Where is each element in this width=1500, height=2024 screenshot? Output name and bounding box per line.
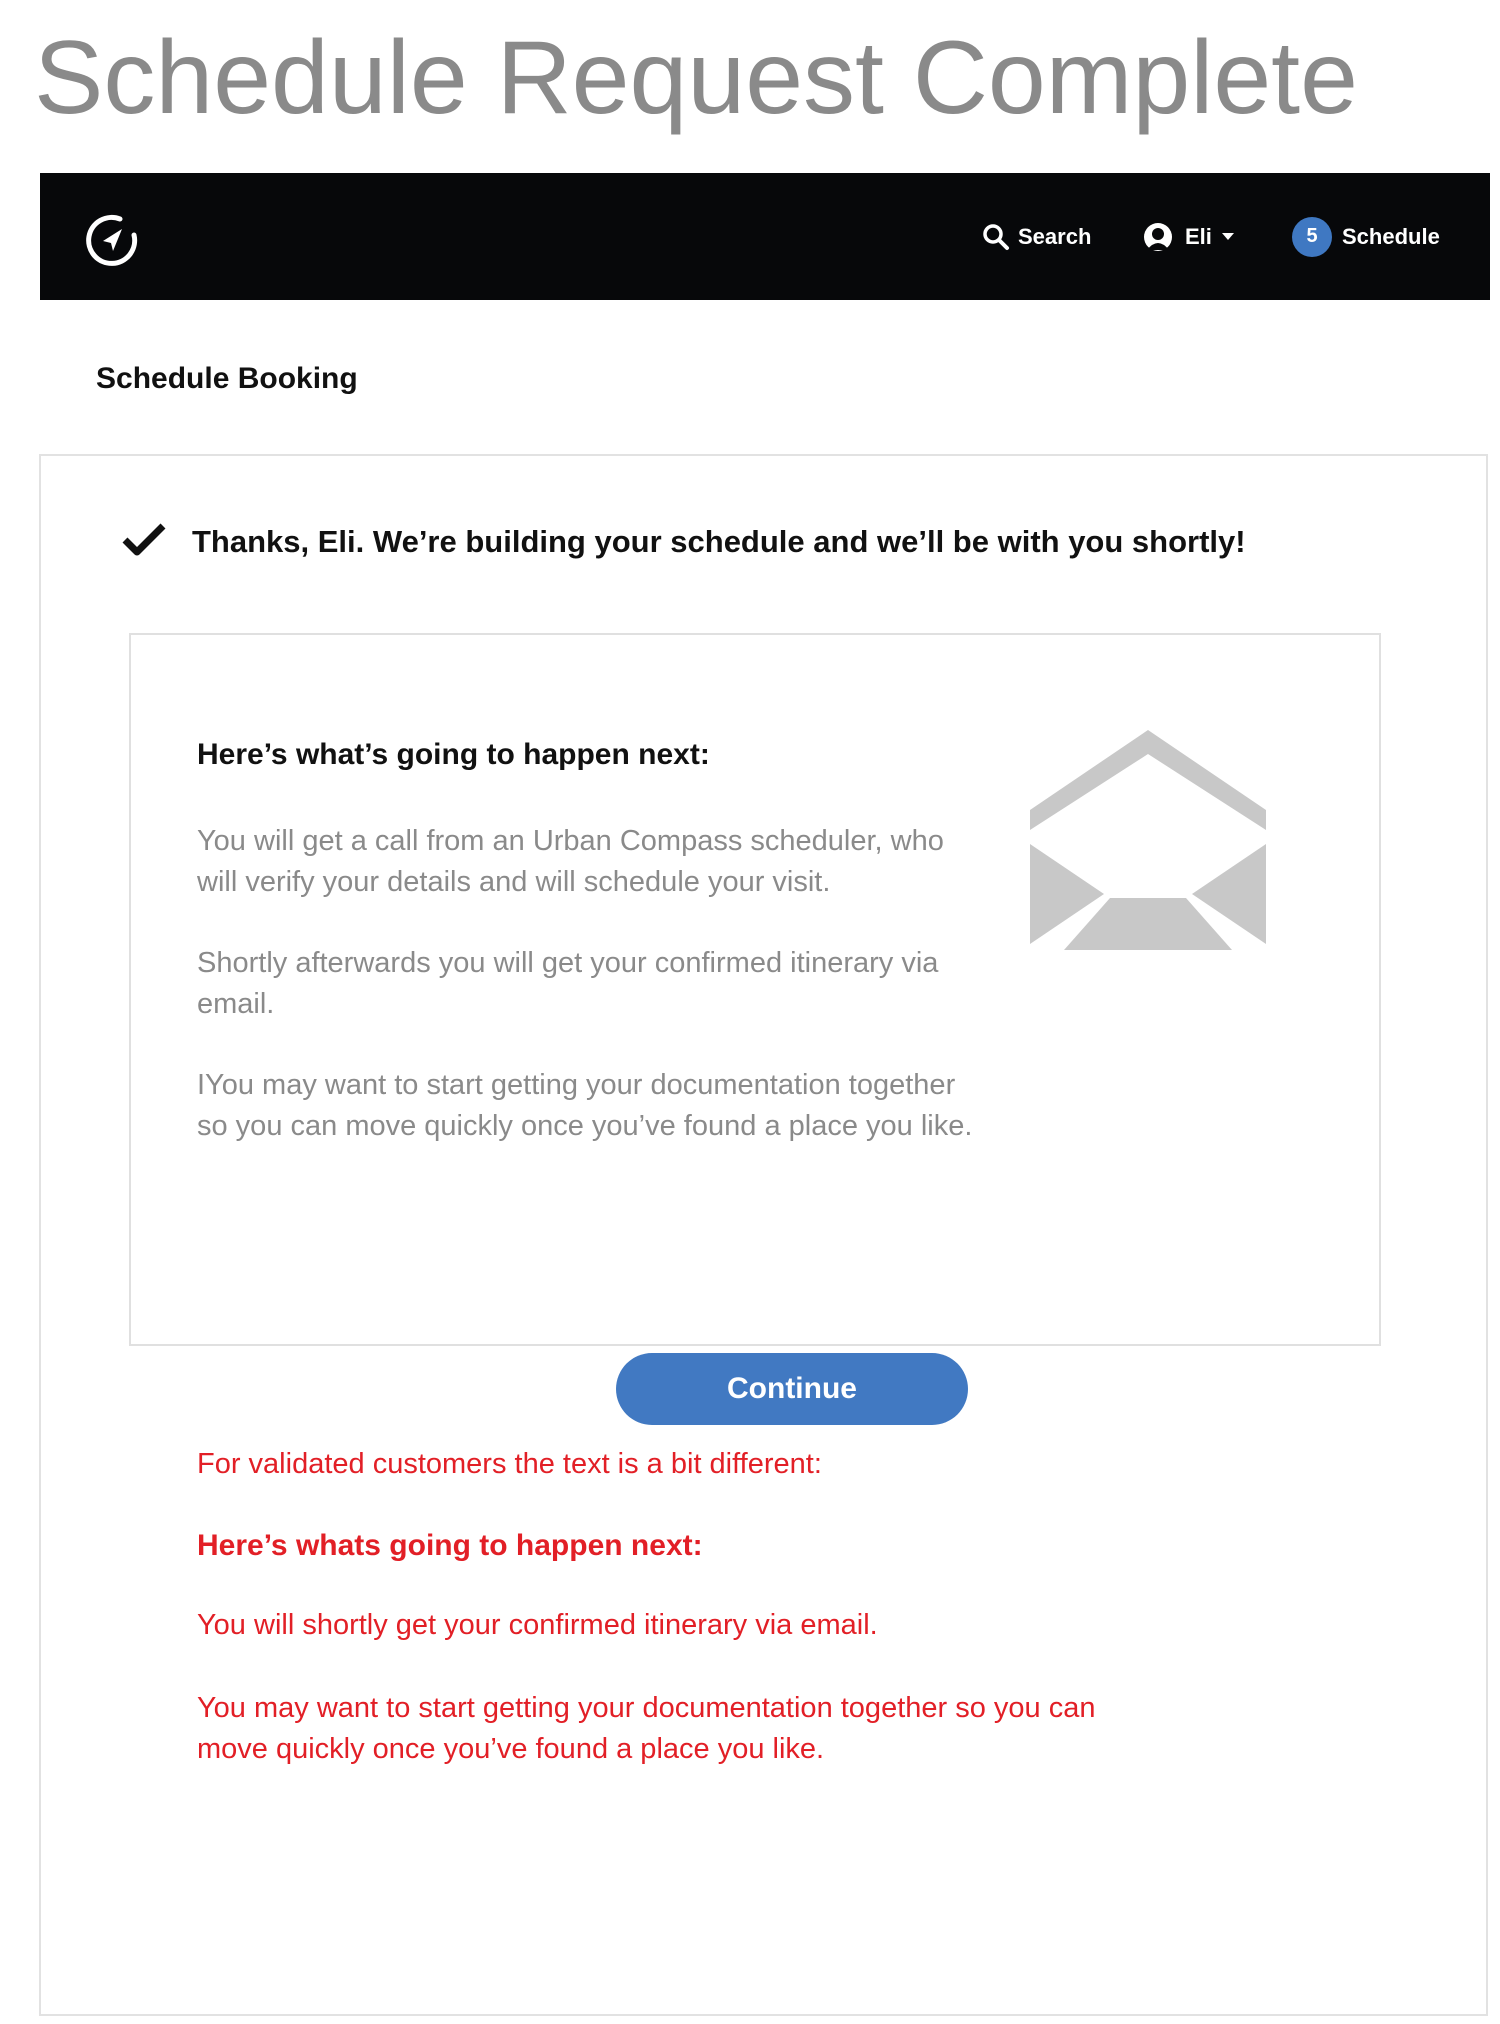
- annotation-paragraph: You will shortly get your confirmed itin…: [197, 1609, 878, 1641]
- checkmark-icon: [122, 522, 166, 561]
- nav-search-label: Search: [1018, 223, 1092, 249]
- top-navbar: Search Eli 5 Schedule: [40, 173, 1490, 300]
- annotation-heading: Here’s whats going to happen next:: [197, 1529, 703, 1562]
- nav-search-link[interactable]: Search: [982, 173, 1091, 300]
- confirmation-message: Thanks, Eli. We’re building your schedul…: [192, 523, 1246, 559]
- caret-down-icon: [1221, 232, 1234, 241]
- search-icon: [982, 223, 1010, 251]
- nav-user-menu[interactable]: Eli: [1143, 173, 1234, 300]
- open-envelope-icon: [1030, 730, 1266, 950]
- next-steps-paragraph: IYou may want to start getting your docu…: [197, 1069, 973, 1142]
- annotation-intro: For validated customers the text is a bi…: [197, 1448, 822, 1480]
- nav-user-label: Eli: [1185, 223, 1212, 249]
- nav-schedule-label: Schedule: [1342, 223, 1440, 249]
- continue-button[interactable]: Continue: [616, 1353, 968, 1425]
- next-steps-heading: Here’s what’s going to happen next:: [197, 738, 710, 771]
- next-steps-paragraph: Shortly afterwards you will get your con…: [197, 947, 939, 1020]
- user-avatar-icon: [1143, 222, 1173, 252]
- confirmation-message-row: Thanks, Eli. We’re building your schedul…: [122, 522, 1246, 561]
- annotation-paragraph: You may want to start getting your docum…: [197, 1692, 1096, 1765]
- nav-schedule-link[interactable]: 5 Schedule: [1292, 173, 1440, 300]
- section-heading: Schedule Booking: [96, 362, 358, 395]
- schedule-count-badge: 5: [1292, 216, 1332, 257]
- compass-logo-icon[interactable]: [84, 213, 140, 269]
- page-title: Schedule Request Complete: [34, 20, 1358, 136]
- next-steps-paragraph: You will get a call from an Urban Compas…: [197, 825, 944, 898]
